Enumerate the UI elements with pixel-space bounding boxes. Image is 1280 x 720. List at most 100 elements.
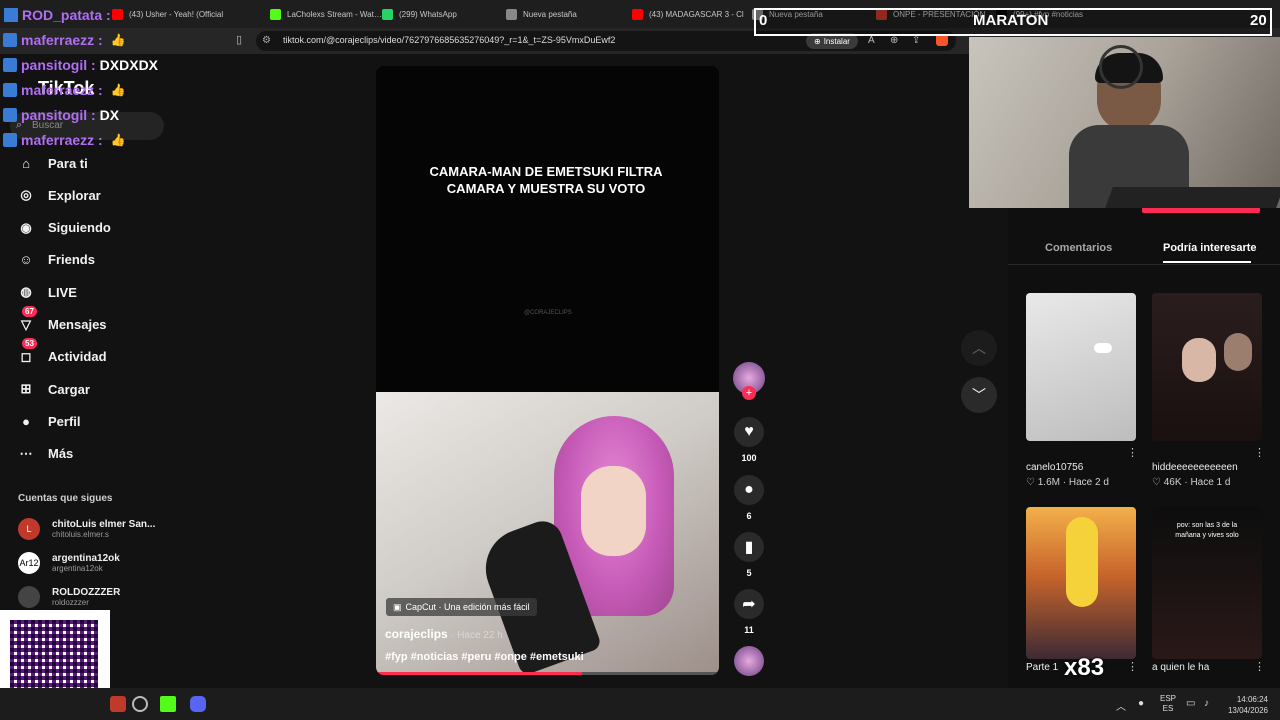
nav-label: LIVE: [48, 284, 77, 300]
chat-badge-icon: [3, 33, 17, 47]
nav-item-friends[interactable]: ☺ Friends: [16, 250, 95, 270]
url-text[interactable]: tiktok.com/@corajeclips/video/7627976685…: [283, 35, 615, 45]
author-name[interactable]: corajeclips: [385, 627, 448, 641]
chat-badge-icon: [4, 8, 18, 22]
lang-code: ESP: [1160, 694, 1177, 703]
avatar: Ar12: [18, 552, 40, 574]
comment-button[interactable]: ● 6: [732, 475, 766, 521]
more-icon: ⋯: [19, 445, 33, 461]
tab-podria-interesarte[interactable]: Podría interesarte: [1163, 242, 1257, 254]
browser-tab[interactable]: Nueva pestaña: [506, 5, 618, 23]
nav-label: Explorar: [48, 187, 101, 203]
following-account[interactable]: ROLDOZZZER roldozzzer: [18, 586, 120, 608]
chat-badge-icon: [3, 83, 17, 97]
score-left: 0: [759, 12, 768, 29]
heart-outline-icon: ♡: [1026, 477, 1035, 488]
account-handle: roldozzzer: [52, 598, 89, 607]
creator-avatar[interactable]: +: [732, 362, 766, 400]
nav-item-siguiendo[interactable]: ◉ Siguiendo: [16, 218, 111, 238]
video-author: corajeclips · Hace 22 h: [385, 627, 503, 641]
nav-label: Más: [48, 446, 74, 462]
monitor-icon[interactable]: ▭: [1186, 698, 1195, 709]
suggested-video-1[interactable]: [1026, 293, 1136, 441]
avatar: L: [18, 518, 40, 540]
share-icon[interactable]: ⇪: [912, 35, 920, 46]
clock[interactable]: 14:06:24 13/04/2026: [1224, 694, 1268, 716]
zoom-icon[interactable]: ⊕: [890, 35, 898, 46]
share-button[interactable]: ➦ 11: [732, 589, 766, 635]
chevron-up-icon: ︿: [972, 340, 986, 356]
taskbar-app-icon[interactable]: [132, 696, 148, 712]
emote-icon: 👍: [110, 33, 126, 47]
discord-app-icon[interactable]: [190, 696, 206, 712]
following-account[interactable]: LchitoLuis elmer San... chitoluis.elmer.s: [18, 518, 155, 540]
tab-label: (43) MADAGASCAR 3 - Cl: [649, 9, 744, 19]
suggested-video-3[interactable]: [1026, 507, 1136, 659]
following-account[interactable]: Ar12 argentina12ok argentina12ok: [18, 552, 120, 574]
save-button[interactable]: ▮ 5: [732, 532, 766, 578]
tray-chevron-icon[interactable]: ︿: [1116, 698, 1126, 713]
nav-item-actividad[interactable]: ◻ 53 Actividad: [16, 337, 107, 367]
suggested-user-2[interactable]: hiddeeeeeeeeeeen: [1152, 462, 1238, 473]
lang-code-2: ES: [1162, 704, 1174, 713]
kick-app-icon[interactable]: [160, 696, 176, 712]
browser-tab[interactable]: (43) Usher - Yeah! (Official: [112, 5, 224, 23]
more-options-icon[interactable]: ⋮: [1127, 446, 1138, 459]
follow-plus-icon[interactable]: +: [742, 386, 756, 400]
nav-item-para-ti[interactable]: ⌂ Para ti: [16, 153, 88, 173]
activity-icon: ◻ 53: [16, 337, 37, 367]
video-top-area: [376, 66, 719, 392]
nav-label: Actividad: [48, 349, 107, 365]
bookmark-icon[interactable]: ▯: [236, 33, 242, 46]
browser-tab[interactable]: LaCholexs Stream - Watch: [270, 5, 382, 23]
progress-fill: [376, 672, 582, 675]
browser-tab[interactable]: (43) MADAGASCAR 3 - Cl: [632, 5, 744, 23]
emote-icon: 👍: [110, 83, 126, 97]
more-options-icon[interactable]: ⋮: [1127, 660, 1138, 673]
more-options-icon[interactable]: ⋮: [1254, 446, 1265, 459]
mic-icon[interactable]: ●: [1138, 698, 1144, 709]
next-video-button[interactable]: ﹀: [961, 377, 997, 413]
following-title: Cuentas que sigues: [18, 493, 113, 504]
nav-item-explorar[interactable]: ◎ Explorar: [16, 185, 101, 205]
nav-label: Cargar: [48, 381, 90, 397]
suggested-user-4[interactable]: a quien le ha: [1152, 662, 1209, 673]
speaker-icon[interactable]: ♪: [1204, 698, 1209, 709]
suggested-video-4[interactable]: pov: son las 3 de la mañana y vives solo: [1152, 507, 1262, 659]
messages-icon: ▽ 67: [16, 305, 37, 335]
taskbar-app-icon[interactable]: [110, 696, 126, 712]
capcut-tag[interactable]: ▣ CapCut · Una edición más fácil: [386, 598, 537, 616]
time-value-1: Hace 2 d: [1068, 477, 1109, 488]
suggested-user-3[interactable]: Parte 1: [1026, 662, 1058, 673]
nav-item-cargar[interactable]: ⊞ Cargar: [16, 379, 90, 399]
nav-item-perfil[interactable]: ● Perfil: [16, 411, 80, 431]
more-options-icon[interactable]: ⋮: [1254, 660, 1265, 673]
nav-label: Siguiendo: [48, 220, 111, 236]
chat-username: maferraezz :: [21, 132, 103, 148]
nav-item-live[interactable]: ◍ LIVE: [16, 282, 77, 302]
avatar: [18, 586, 40, 608]
chat-text: DXDXDX: [99, 57, 159, 73]
site-info-icon[interactable]: ⚙: [262, 35, 271, 46]
chat-badge-icon: [3, 108, 17, 122]
translate-icon[interactable]: A: [868, 35, 875, 46]
tab-comentarios[interactable]: Comentarios: [1045, 242, 1112, 254]
suggested-video-2[interactable]: [1152, 293, 1262, 441]
suggested-user-1[interactable]: canelo10756: [1026, 462, 1083, 473]
video-hashtags[interactable]: #fyp #noticias #peru #onpe #emetsuki: [385, 651, 584, 663]
nav-label: Mensajes: [48, 317, 107, 332]
suggested-likes-2: ♡ 46K · Hace 1 d: [1152, 477, 1231, 488]
music-disc[interactable]: [734, 646, 764, 676]
chat-message: maferraezz : 👍: [3, 82, 126, 98]
browser-tab[interactable]: (299) WhatsApp: [382, 5, 494, 23]
video-player[interactable]: CAMARA-MAN DE EMETSUKI FILTRA CAMARA Y M…: [376, 66, 719, 675]
language-indicator[interactable]: ESP ES: [1160, 694, 1176, 714]
prev-video-button[interactable]: ︿: [961, 330, 997, 366]
following-icon: ◉: [20, 219, 32, 235]
score-right: 20: [1250, 12, 1267, 29]
like-button[interactable]: ♥ 100: [732, 417, 766, 463]
account-name: ROLDOZZZER: [52, 587, 121, 598]
nav-item-mensajes[interactable]: ▽ 67 Mensajes: [16, 305, 107, 335]
account-name: argentina12ok: [52, 553, 120, 564]
nav-item-m-s[interactable]: ⋯ Más: [16, 444, 74, 464]
